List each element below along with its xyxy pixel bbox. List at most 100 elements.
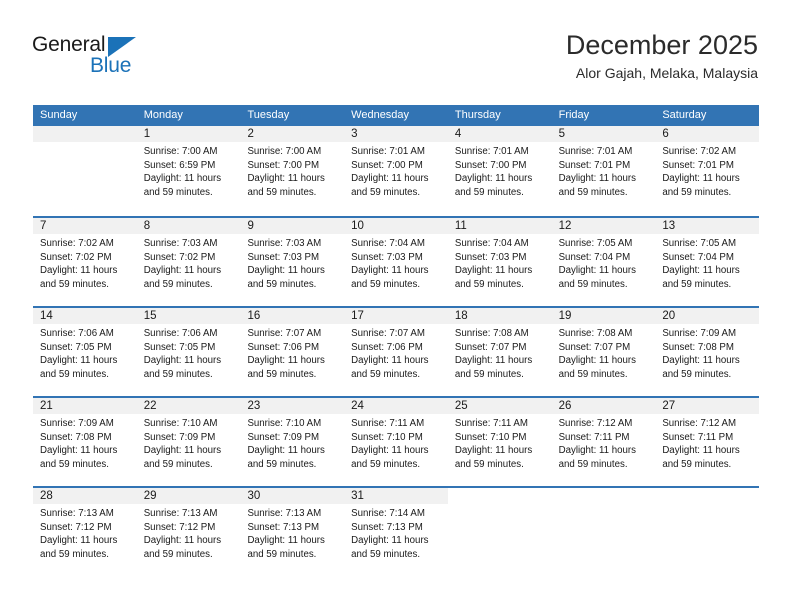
sunrise-text: Sunrise: 7:13 AM [40, 508, 114, 519]
sunrise-text: Sunrise: 7:02 AM [662, 146, 737, 157]
day-details: Sunrise: 7:13 AM Sunset: 7:12 PM Daylight:… [137, 504, 241, 561]
sunset-text: Sunset: 7:00 PM [454, 159, 527, 171]
day-cell[interactable]: 15 Sunrise: 7:06 AM Sunset: 7:05 PM Dayligh… [136, 308, 241, 396]
daylight-text: Daylight: 11 hours and 59 minutes. [454, 173, 533, 198]
day-cell[interactable]: 10 Sunrise: 7:04 AM Sunset: 7:03 PM Dayligh… [344, 218, 448, 306]
day-number: 10 [344, 218, 448, 234]
daylight-text: Daylight: 11 hours and 59 minutes. [247, 173, 325, 198]
day-number: 3 [344, 126, 448, 142]
day-cell[interactable]: 27 Sunrise: 7:12 AM Sunset: 7:11 PM Dayligh… [655, 398, 760, 486]
sunrise-text: Sunrise: 7:01 AM [351, 146, 425, 157]
sunset-text: Sunset: 7:09 PM [247, 431, 320, 443]
day-number: 28 [33, 488, 137, 504]
weekday-header-tuesday: Tuesday [247, 109, 290, 121]
day-number: 21 [33, 398, 137, 414]
calendar-weeks: 1 Sunrise: 7:00 AM Sunset: 6:59 PM Daylight… [33, 126, 760, 576]
daylight-text: Daylight: 11 hours and 59 minutes. [143, 173, 222, 198]
day-number: 6 [655, 126, 760, 142]
day-number: 20 [655, 308, 760, 324]
day-cell[interactable]: 30 Sunrise: 7:13 AM Sunset: 7:13 PM Dayligh… [240, 488, 345, 576]
day-cell[interactable]: 24 Sunrise: 7:11 AM Sunset: 7:10 PM Dayligh… [344, 398, 448, 486]
day-cell[interactable]: 17 Sunrise: 7:07 AM Sunset: 7:06 PM Dayligh… [344, 308, 448, 396]
day-cell[interactable]: 28 Sunrise: 7:13 AM Sunset: 7:12 PM Dayligh… [33, 488, 137, 576]
daylight-text: Daylight: 11 hours and 59 minutes. [662, 173, 740, 198]
day-details: Sunrise: 7:07 AM Sunset: 7:06 PM Daylight:… [240, 324, 344, 381]
day-number: 19 [551, 308, 656, 324]
day-cell[interactable]: 26 Sunrise: 7:12 AM Sunset: 7:11 PM Dayligh… [551, 398, 656, 486]
day-number: 26 [551, 398, 656, 414]
daylight-text: Daylight: 11 hours and 59 minutes. [247, 445, 325, 470]
day-cell[interactable]: 13 Sunrise: 7:05 AM Sunset: 7:04 PM Dayligh… [655, 218, 760, 306]
day-cell[interactable]: 8 Sunrise: 7:03 AM Sunset: 7:02 PM Daylight… [136, 218, 241, 306]
day-details: Sunrise: 7:12 AM Sunset: 7:11 PM Daylight:… [655, 414, 759, 471]
day-cell[interactable]: 11 Sunrise: 7:04 AM Sunset: 7:03 PM Dayligh… [447, 218, 552, 306]
day-cell[interactable]: 25 Sunrise: 7:11 AM Sunset: 7:10 PM Dayligh… [447, 398, 552, 486]
day-cell[interactable]: 4 Sunrise: 7:01 AM Sunset: 7:00 PM Daylight… [447, 126, 552, 216]
daylight-text: Daylight: 11 hours and 59 minutes. [454, 265, 533, 290]
sunset-text: Sunset: 7:08 PM [662, 341, 734, 353]
sunset-text: Sunset: 7:07 PM [558, 341, 631, 353]
calendar-week-row: 1 Sunrise: 7:00 AM Sunset: 6:59 PM Daylight… [33, 126, 760, 216]
day-cell[interactable]: 1 Sunrise: 7:00 AM Sunset: 6:59 PM Daylight… [136, 126, 241, 216]
sunrise-text: Sunrise: 7:14 AM [351, 508, 425, 519]
daylight-text: Daylight: 11 hours and 59 minutes. [662, 265, 740, 290]
day-details: Sunrise: 7:05 AM Sunset: 7:04 PM Daylight:… [552, 234, 656, 291]
day-cell[interactable]: 3 Sunrise: 7:01 AM Sunset: 7:00 PM Daylight… [344, 126, 448, 216]
day-cell[interactable]: 14 Sunrise: 7:06 AM Sunset: 7:05 PM Dayligh… [33, 308, 137, 396]
day-cell[interactable]: 21 Sunrise: 7:09 AM Sunset: 7:08 PM Dayligh… [33, 398, 137, 486]
day-number: 17 [344, 308, 448, 324]
day-details: Sunrise: 7:00 AM Sunset: 7:00 PM Daylight:… [240, 142, 344, 199]
day-number: 12 [551, 218, 656, 234]
daylight-text: Daylight: 11 hours and 59 minutes. [351, 265, 429, 290]
day-cell[interactable]: 23 Sunrise: 7:10 AM Sunset: 7:09 PM Dayligh… [240, 398, 345, 486]
daylight-text: Daylight: 11 hours and 59 minutes. [351, 173, 429, 198]
calendar-grid: Sunday Monday Tuesday Wednesday Thursday Frid… [33, 105, 760, 576]
day-details: Sunrise: 7:09 AM Sunset: 7:08 PM Daylight:… [655, 324, 759, 381]
title-block: December 2025 Alor Gajah, Melaka, Malays… [566, 30, 758, 81]
weekday-header-monday: Monday [143, 109, 183, 121]
sunrise-text: Sunrise: 7:06 AM [143, 328, 218, 339]
sunset-text: Sunset: 7:04 PM [662, 251, 734, 263]
page-header: General Blue December 2025 Alor Gajah, M… [0, 0, 792, 81]
day-details: Sunrise: 7:07 AM Sunset: 7:06 PM Daylight:… [344, 324, 448, 381]
day-cell[interactable]: 18 Sunrise: 7:08 AM Sunset: 7:07 PM Dayligh… [447, 308, 552, 396]
day-number [552, 488, 656, 504]
day-cell[interactable]: 12 Sunrise: 7:05 AM Sunset: 7:04 PM Dayligh… [551, 218, 656, 306]
weekday-header-saturday: Saturday [662, 109, 707, 121]
day-cell[interactable]: 6 Sunrise: 7:02 AM Sunset: 7:01 PM Daylight… [655, 126, 760, 216]
day-cell[interactable]: 2 Sunrise: 7:00 AM Sunset: 7:00 PM Daylight… [240, 126, 345, 216]
day-cell-empty [448, 488, 552, 576]
sunrise-text: Sunrise: 7:03 AM [247, 238, 322, 249]
day-number: 27 [655, 398, 760, 414]
day-number: 23 [240, 398, 345, 414]
day-number: 4 [447, 126, 552, 142]
day-cell[interactable]: 5 Sunrise: 7:01 AM Sunset: 7:01 PM Daylight… [551, 126, 656, 216]
calendar-week-row: 21 Sunrise: 7:09 AM Sunset: 7:08 PM Dayligh… [33, 396, 760, 486]
sunset-text: Sunset: 7:02 PM [143, 251, 216, 263]
day-number: 22 [136, 398, 241, 414]
sunrise-text: Sunrise: 7:07 AM [247, 328, 322, 339]
weekday-header-wednesday: Wednesday [351, 109, 410, 121]
day-cell[interactable]: 16 Sunrise: 7:07 AM Sunset: 7:06 PM Dayligh… [240, 308, 345, 396]
day-details: Sunrise: 7:01 AM Sunset: 7:01 PM Daylight:… [552, 142, 656, 199]
day-details: Sunrise: 7:02 AM Sunset: 7:01 PM Daylight:… [655, 142, 759, 199]
daylight-text: Daylight: 11 hours and 59 minutes. [454, 355, 533, 380]
day-details: Sunrise: 7:11 AM Sunset: 7:10 PM Daylight:… [448, 414, 552, 471]
day-cell[interactable]: 7 Sunrise: 7:02 AM Sunset: 7:02 PM Daylight… [33, 218, 137, 306]
day-number: 5 [551, 126, 656, 142]
day-cell[interactable]: 9 Sunrise: 7:03 AM Sunset: 7:03 PM Daylight… [240, 218, 345, 306]
day-cell[interactable]: 20 Sunrise: 7:09 AM Sunset: 7:08 PM Dayligh… [655, 308, 760, 396]
day-cell[interactable]: 22 Sunrise: 7:10 AM Sunset: 7:09 PM Dayligh… [136, 398, 241, 486]
day-cell[interactable]: 19 Sunrise: 7:08 AM Sunset: 7:07 PM Dayligh… [551, 308, 656, 396]
daylight-text: Daylight: 11 hours and 59 minutes. [247, 265, 325, 290]
day-details: Sunrise: 7:13 AM Sunset: 7:12 PM Daylight:… [33, 504, 137, 561]
day-number: 18 [447, 308, 552, 324]
sunrise-text: Sunrise: 7:05 AM [662, 238, 737, 249]
sunrise-text: Sunrise: 7:04 AM [454, 238, 529, 249]
sunrise-text: Sunrise: 7:05 AM [558, 238, 633, 249]
day-cell[interactable]: 29 Sunrise: 7:13 AM Sunset: 7:12 PM Dayligh… [136, 488, 241, 576]
day-number: 14 [33, 308, 137, 324]
sunset-text: Sunset: 7:01 PM [558, 159, 631, 171]
day-details: Sunrise: 7:00 AM Sunset: 6:59 PM Daylight:… [137, 142, 241, 199]
day-cell[interactable]: 31 Sunrise: 7:14 AM Sunset: 7:13 PM Dayligh… [344, 488, 448, 576]
